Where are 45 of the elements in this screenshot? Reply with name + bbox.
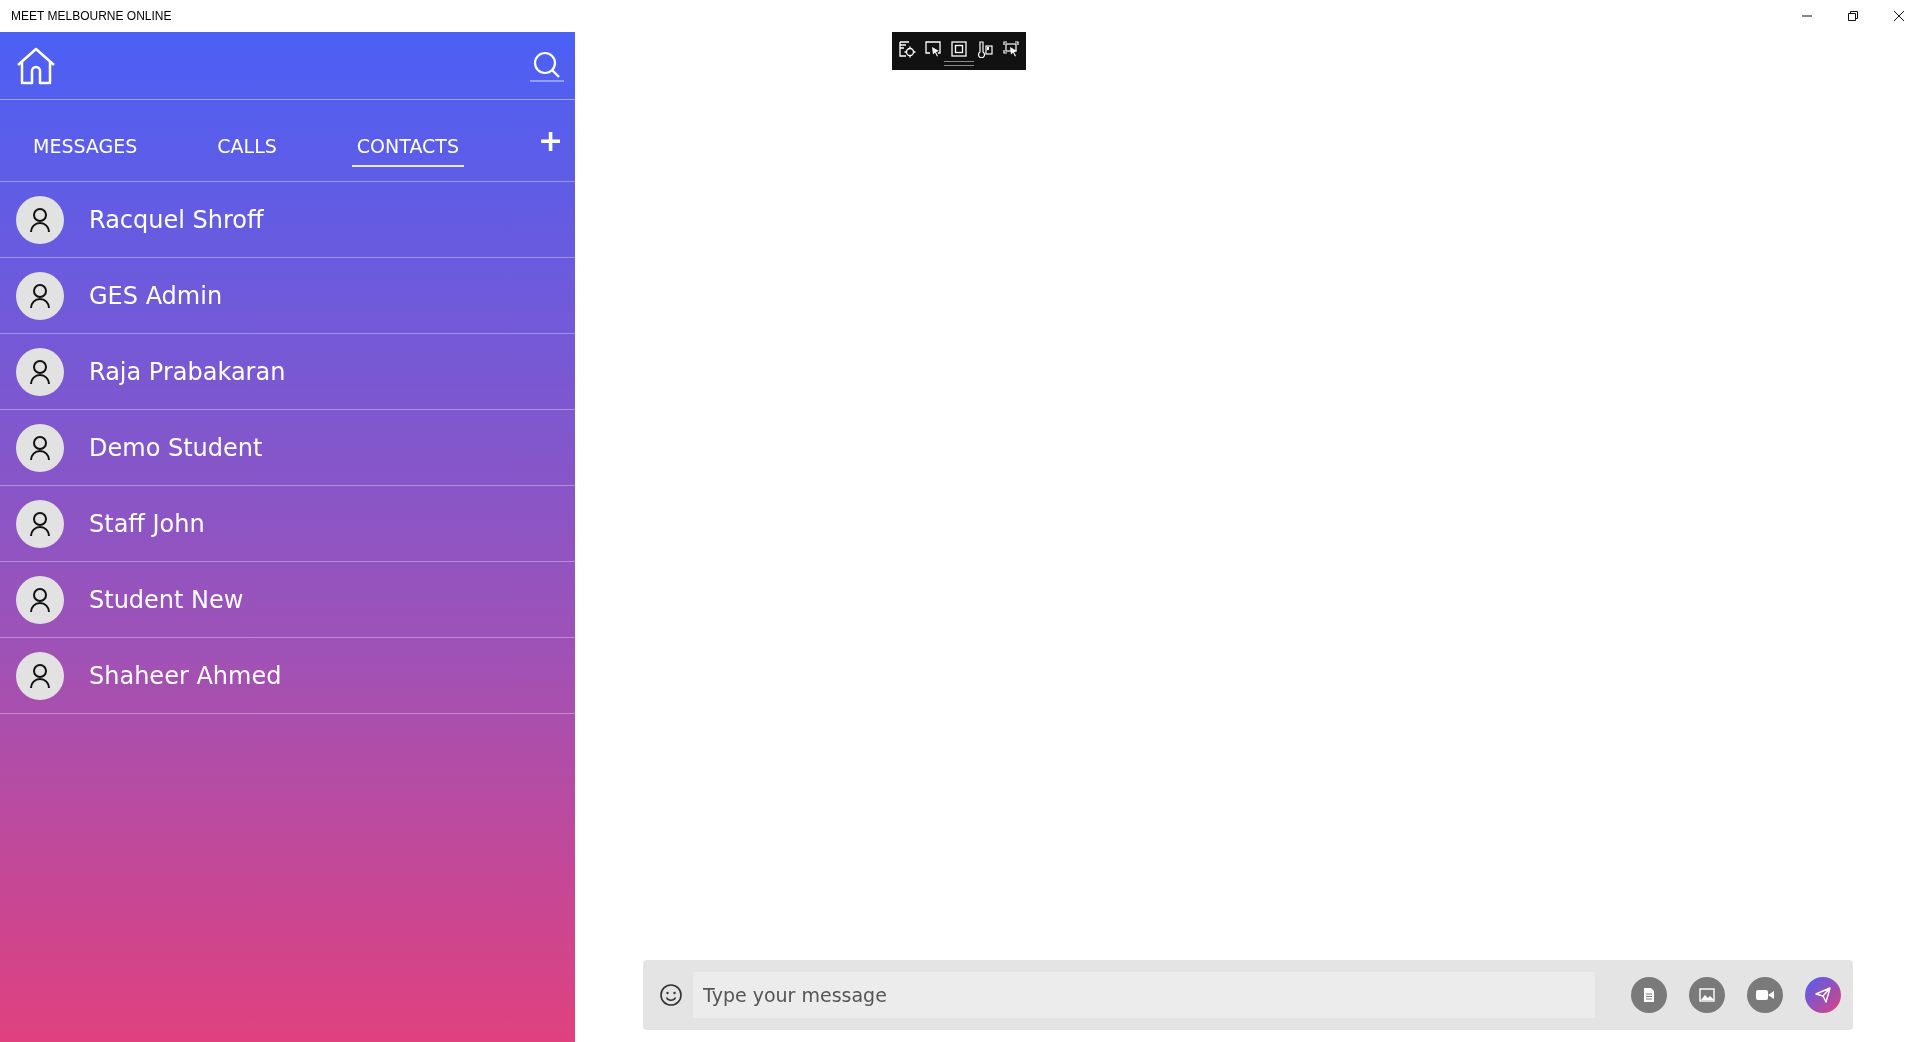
frame-icon[interactable]	[950, 40, 968, 58]
close-icon[interactable]	[1893, 10, 1905, 22]
contact-item[interactable]: Raja Prabakaran	[0, 334, 575, 410]
contact-item[interactable]: GES Admin	[0, 258, 575, 334]
contact-item[interactable]: Shaheer Ahmed	[0, 638, 575, 714]
avatar-icon	[16, 195, 64, 244]
avatar-icon	[16, 271, 64, 320]
avatar-icon	[16, 347, 64, 396]
avatar-icon	[16, 499, 64, 548]
window-title: MEET MELBOURNE ONLINE	[11, 9, 172, 23]
contact-item[interactable]: Racquel Shroff	[0, 182, 575, 258]
search-icon[interactable]	[530, 49, 564, 82]
document-button[interactable]	[1631, 977, 1667, 1013]
avatar-icon	[16, 651, 64, 700]
contact-item[interactable]: Staff John	[0, 486, 575, 562]
avatar-icon	[16, 575, 64, 624]
message-input[interactable]: Type your message	[693, 972, 1595, 1018]
tab[interactable]: CONTACTS	[351, 126, 464, 167]
contact-name: Raja Prabakaran	[89, 357, 286, 386]
contact-item[interactable]: Student New	[0, 562, 575, 638]
contact-name: Demo Student	[89, 433, 263, 462]
video-button[interactable]	[1747, 977, 1783, 1013]
contact-name: Staff John	[89, 509, 205, 538]
send-icon	[1815, 987, 1831, 1003]
document-icon	[1642, 987, 1656, 1003]
thermometer-icon[interactable]	[976, 40, 994, 58]
contact-item[interactable]: Demo Student	[0, 410, 575, 486]
settings-icon[interactable]	[898, 40, 916, 58]
video-camera-icon	[1756, 989, 1774, 1001]
contact-name: Shaheer Ahmed	[89, 661, 282, 690]
send-button[interactable]	[1805, 977, 1841, 1013]
image-button[interactable]	[1689, 977, 1725, 1013]
image-icon	[1699, 988, 1715, 1002]
cursor-icon[interactable]	[924, 40, 942, 58]
avatar-icon	[16, 423, 64, 472]
emoji-icon[interactable]	[659, 983, 683, 1007]
select-icon[interactable]	[1002, 40, 1020, 58]
restore-icon[interactable]	[1847, 10, 1859, 22]
contact-name: Racquel Shroff	[89, 205, 264, 234]
tab[interactable]: CALLS	[212, 126, 282, 167]
contact-name: GES Admin	[89, 281, 223, 310]
tab[interactable]: MESSAGES	[28, 126, 143, 167]
add-button[interactable]: +	[534, 123, 568, 158]
home-icon[interactable]	[16, 46, 56, 85]
contact-name: Student New	[89, 585, 244, 614]
